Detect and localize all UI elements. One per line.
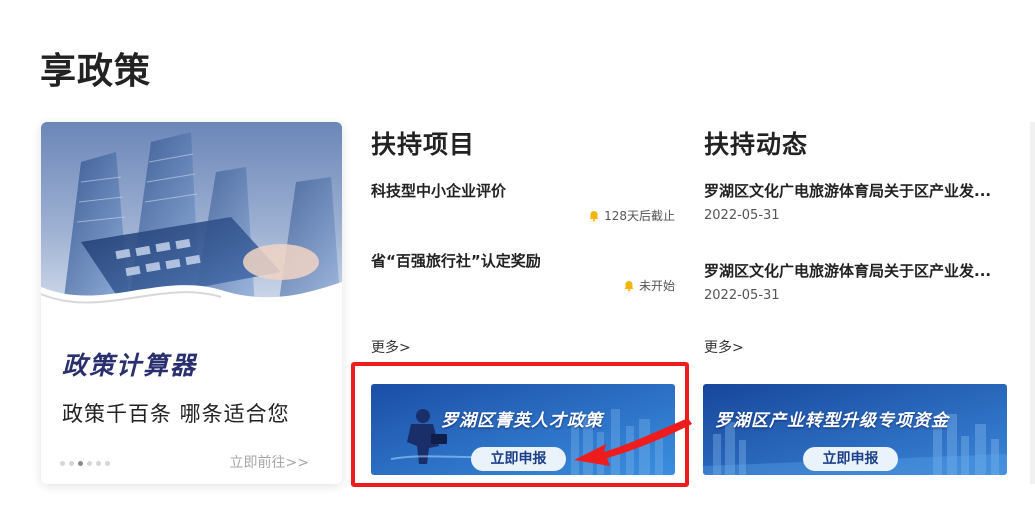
calculator-subtitle: 政策千百条 哪条适合您 <box>62 402 290 426</box>
support-projects-title: 扶持项目 <box>371 130 476 159</box>
carousel-dot[interactable] <box>96 461 101 466</box>
calculator-hero-image <box>41 122 342 322</box>
talent-policy-banner[interactable]: 罗湖区菁英人才政策 立即申报 <box>371 384 675 475</box>
status-text: 未开始 <box>638 279 675 293</box>
next-card-edge <box>1030 122 1035 484</box>
apply-now-button[interactable]: 立即申报 <box>803 447 898 471</box>
bell-icon <box>589 210 599 221</box>
goto-calculator-link[interactable]: 立即前往>> <box>230 452 309 472</box>
calculator-title: 政策计算器 <box>62 351 198 380</box>
projects-more-link[interactable]: 更多> <box>371 337 411 357</box>
support-news-title: 扶持动态 <box>704 130 809 159</box>
page-title: 享政策 <box>40 51 152 92</box>
policy-calculator-card[interactable]: 政策计算器 政策千百条 哪条适合您 立即前往>> <box>41 122 342 484</box>
news-item-title[interactable]: 罗湖区文化广电旅游体育局关于区产业发... <box>704 260 1004 281</box>
carousel-dot[interactable] <box>87 461 92 466</box>
carousel-dots[interactable] <box>60 461 110 466</box>
news-more-link[interactable]: 更多> <box>704 337 744 357</box>
carousel-dot[interactable] <box>78 461 83 466</box>
news-item-date: 2022-05-31 <box>704 208 780 223</box>
status-text: 128天后截止 <box>604 209 675 223</box>
bell-icon <box>624 280 634 291</box>
news-item-date: 2022-05-31 <box>704 288 780 303</box>
project-item-title[interactable]: 省“百强旅行社”认定奖励 <box>371 250 671 271</box>
project-item-title[interactable]: 科技型中小企业评价 <box>371 180 671 201</box>
project-item-status: 128天后截止 <box>588 207 675 224</box>
project-item-status: 未开始 <box>623 277 675 294</box>
apply-now-button[interactable]: 立即申报 <box>471 447 566 471</box>
carousel-dot[interactable] <box>60 461 65 466</box>
banner-title: 罗湖区菁英人才政策 <box>441 411 603 431</box>
carousel-dot[interactable] <box>105 461 110 466</box>
carousel-dot[interactable] <box>69 461 74 466</box>
news-item-title[interactable]: 罗湖区文化广电旅游体育局关于区产业发... <box>704 180 1004 201</box>
banner-title: 罗湖区产业转型升级专项资金 <box>715 411 949 431</box>
industry-fund-banner[interactable]: 罗湖区产业转型升级专项资金 立即申报 <box>703 384 1007 475</box>
